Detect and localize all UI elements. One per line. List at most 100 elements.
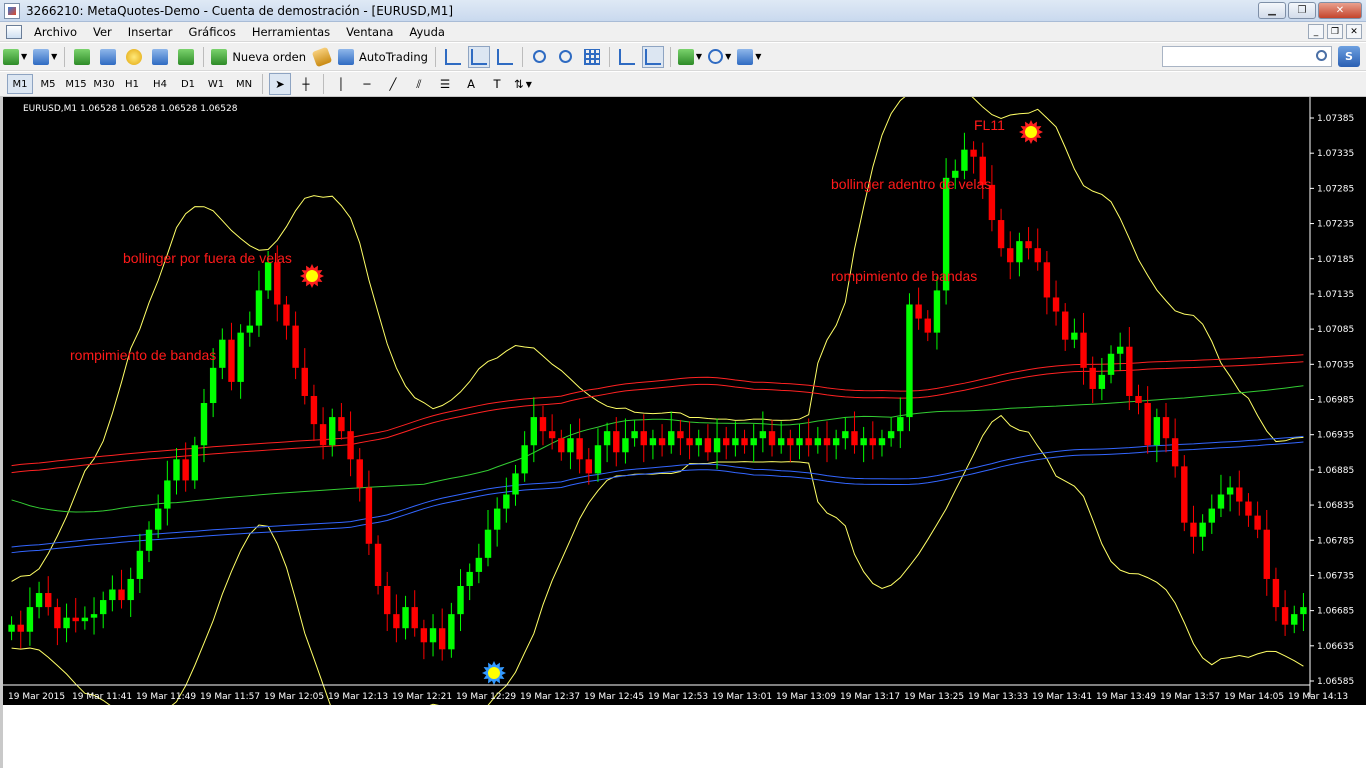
price-tick-label: 1.06835 [1317, 501, 1354, 511]
auto-scroll-button[interactable] [616, 46, 638, 68]
zoom-out-button[interactable] [555, 46, 577, 68]
periods-button[interactable]: ▼ [707, 46, 732, 68]
trendline-tool[interactable]: ╱ [382, 73, 404, 95]
candle-body [777, 438, 785, 446]
candlestick-button[interactable] [467, 45, 490, 68]
autotrading-button[interactable]: AutoTrading [337, 46, 429, 68]
chart-window-icon[interactable] [6, 24, 22, 39]
candle-body [182, 459, 189, 481]
equidistant-channel-tool[interactable]: ⫽ [408, 73, 430, 95]
text-tool[interactable]: A [460, 73, 482, 95]
cursor-tool[interactable]: ➤ [269, 73, 291, 95]
candle-body [429, 628, 437, 643]
crosshair-tool[interactable]: ┼ [295, 73, 317, 95]
tester-button[interactable] [175, 46, 197, 68]
menu-archivo[interactable]: Archivo [26, 22, 85, 42]
candle-body [35, 593, 43, 608]
terminal-button[interactable] [149, 46, 171, 68]
bar-chart-icon [444, 48, 461, 65]
close-button[interactable]: ✕ [1318, 2, 1362, 19]
child-minimize-button[interactable]: _ [1308, 24, 1324, 39]
arrows-tool[interactable]: ⇅ ▼ [512, 73, 534, 95]
fibonacci-tool[interactable]: ☰ [434, 73, 456, 95]
annotation-label: FL11 [974, 117, 1005, 133]
candle-body [136, 550, 144, 579]
timeframe-m5[interactable]: M5 [35, 74, 61, 94]
candle-body [503, 494, 510, 509]
market-watch-button[interactable] [71, 46, 93, 68]
price-tick-label: 1.06685 [1317, 607, 1354, 617]
chart-shift-button[interactable] [641, 45, 664, 68]
search-input[interactable] [1162, 46, 1332, 67]
candle-body [1098, 374, 1106, 389]
timeframe-h4[interactable]: H4 [147, 74, 173, 94]
price-tick-label: 1.06885 [1317, 466, 1354, 476]
menu-herramientas[interactable]: Herramientas [244, 22, 338, 42]
timeframe-h1[interactable]: H1 [119, 74, 145, 94]
search-icon[interactable] [1316, 50, 1327, 61]
timeframe-d1[interactable]: D1 [175, 74, 201, 94]
favorites-button[interactable] [123, 46, 145, 68]
zoom-in-icon [533, 50, 547, 63]
price-tick-label: 1.07035 [1317, 360, 1354, 370]
timeframe-m15[interactable]: M15 [63, 74, 89, 94]
timeframe-w1[interactable]: W1 [203, 74, 229, 94]
timeframe-mn[interactable]: MN [231, 74, 257, 94]
candle-body [374, 543, 382, 586]
tile-windows-button[interactable] [581, 46, 603, 68]
tile-windows-icon [583, 48, 600, 65]
terminal-icon [152, 48, 169, 65]
templates-button[interactable]: ▼ [736, 46, 762, 68]
candle-body [1080, 332, 1087, 368]
candle-body [1181, 466, 1188, 523]
price-chart[interactable]: EURUSD,M1 1.06528 1.06528 1.06528 1.0652… [0, 97, 1366, 705]
candle-body [292, 325, 299, 368]
time-tick-label: 19 Mar 12:45 [584, 692, 644, 702]
chart-shift-icon [644, 48, 661, 65]
menu-insertar[interactable]: Insertar [120, 22, 181, 42]
candle-body [741, 438, 748, 446]
candle-body [814, 438, 822, 446]
candle-body [228, 339, 235, 382]
child-restore-button[interactable]: ❐ [1327, 24, 1343, 39]
line-chart-button[interactable] [494, 46, 516, 68]
timeframe-m30[interactable]: M30 [91, 74, 117, 94]
profiles-button[interactable]: ▼ [32, 46, 58, 68]
window-title: 3266210: MetaQuotes-Demo - Cuenta de dem… [26, 3, 454, 18]
timeframe-m1[interactable]: M1 [7, 74, 33, 94]
zoom-in-button[interactable] [529, 46, 551, 68]
candle-body [1007, 248, 1014, 263]
new-order-button[interactable]: Nueva orden [210, 46, 307, 68]
candle-body [631, 431, 638, 439]
new-chart-button[interactable]: ▼ [2, 46, 28, 68]
minimize-button[interactable]: ▁ [1258, 2, 1286, 19]
vertical-line-tool[interactable]: │ [330, 73, 352, 95]
candle-body [842, 431, 849, 439]
child-close-button[interactable]: ✕ [1346, 24, 1362, 39]
new-order-icon [211, 48, 228, 65]
menu-ventana[interactable]: Ventana [338, 22, 401, 42]
text-label-tool[interactable]: T [486, 73, 508, 95]
candle-body [695, 438, 702, 446]
candle-body [26, 607, 34, 632]
horizontal-line-tool[interactable]: ─ [356, 73, 378, 95]
candle-body [1171, 438, 1179, 467]
candle-body [1043, 262, 1051, 298]
menu-ver[interactable]: Ver [85, 22, 120, 42]
candle-body [17, 624, 24, 632]
indicators-button[interactable]: ▼ [677, 46, 703, 68]
time-tick-label: 19 Mar 12:53 [648, 692, 708, 702]
price-tick-label: 1.07335 [1317, 149, 1354, 159]
navigator-button[interactable] [97, 46, 119, 68]
metaeditor-button[interactable] [311, 46, 333, 68]
candle-body [860, 438, 867, 446]
candle-body [54, 607, 61, 629]
chart-canvas[interactable]: EURUSD,M1 1.06528 1.06528 1.06528 1.0652… [3, 97, 1366, 705]
signals-button[interactable]: S [1338, 46, 1360, 67]
time-tick-label: 19 Mar 13:49 [1096, 692, 1156, 702]
maximize-button[interactable]: ❐ [1288, 2, 1316, 19]
menu-graficos[interactable]: Gráficos [181, 22, 244, 42]
time-tick-label: 19 Mar 12:29 [456, 692, 516, 702]
bar-chart-button[interactable] [442, 46, 464, 68]
menu-ayuda[interactable]: Ayuda [401, 22, 453, 42]
